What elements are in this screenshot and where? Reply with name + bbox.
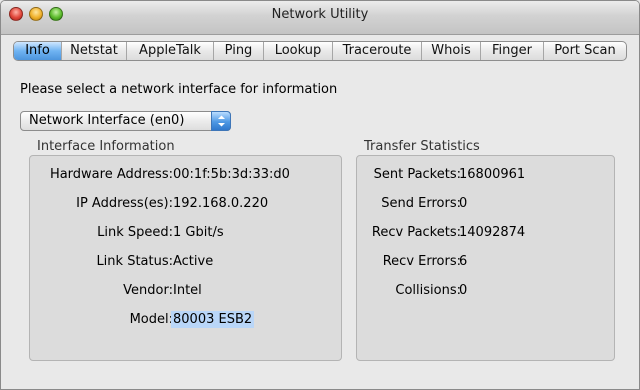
recv-packets-value: 14092874 [459, 225, 526, 240]
recv-packets-label: Recv Packets: [371, 225, 461, 240]
collisions-row: Collisions: 0 [357, 282, 616, 300]
tab-whois[interactable]: Whois [422, 42, 481, 60]
link-speed-row: Link Speed: 1 Gbit/s [30, 224, 343, 242]
link-status-value: Active [173, 254, 214, 269]
model-row: Model: 80003 ESB2 [30, 311, 343, 329]
sent-packets-row: Sent Packets: 16800961 [357, 166, 616, 184]
link-speed-label: Link Speed: [97, 225, 173, 240]
network-utility-window: Network Utility Info Netstat AppleTalk P… [0, 0, 640, 390]
send-errors-row: Send Errors: 0 [357, 195, 616, 213]
send-errors-label: Send Errors: [381, 196, 461, 211]
hardware-address-row: Hardware Address: 00:1f:5b:3d:33:d0 [30, 166, 343, 184]
recv-errors-label: Recv Errors: [382, 254, 461, 269]
vendor-label: Vendor: [123, 283, 173, 298]
tab-info[interactable]: Info [14, 42, 62, 60]
collisions-label: Collisions: [395, 283, 461, 298]
hardware-address-value: 00:1f:5b:3d:33:d0 [173, 167, 290, 182]
network-interface-selected: Network Interface (en0) [29, 113, 185, 128]
send-errors-value: 0 [459, 196, 468, 211]
recv-errors-value: 6 [459, 254, 468, 269]
model-label: Model: [129, 312, 173, 327]
window-title: Network Utility [271, 7, 369, 22]
recv-errors-row: Recv Errors: 6 [357, 253, 616, 271]
recv-packets-row: Recv Packets: 14092874 [357, 224, 616, 242]
tab-traceroute[interactable]: Traceroute [333, 42, 422, 60]
interface-info-box: Hardware Address: 00:1f:5b:3d:33:d0 IP A… [29, 155, 342, 361]
link-status-row: Link Status: Active [30, 253, 343, 271]
model-value-selection[interactable]: 80003 ESB2 [171, 311, 255, 328]
ip-addresses-value: 192.168.0.220 [173, 196, 269, 211]
interface-prompt: Please select a network interface for in… [20, 82, 338, 97]
link-speed-value: 1 Gbit/s [173, 225, 224, 240]
ip-addresses-label: IP Address(es): [76, 196, 173, 211]
interface-info-heading: Interface Information [37, 139, 175, 154]
tab-bar: Info Netstat AppleTalk Ping Lookup Trace… [13, 41, 627, 61]
hardware-address-label: Hardware Address: [49, 167, 173, 182]
popup-arrows-icon [211, 111, 231, 131]
model-value[interactable]: 80003 ESB2 [171, 311, 255, 329]
tab-lookup[interactable]: Lookup [264, 42, 333, 60]
tab-appletalk[interactable]: AppleTalk [127, 42, 214, 60]
tab-port-scan[interactable]: Port Scan [544, 42, 626, 60]
collisions-value: 0 [459, 283, 468, 298]
ip-addresses-row: IP Address(es): 192.168.0.220 [30, 195, 343, 213]
tab-ping[interactable]: Ping [214, 42, 264, 60]
vendor-row: Vendor: Intel [30, 282, 343, 300]
vendor-value: Intel [173, 283, 202, 298]
tab-finger[interactable]: Finger [481, 42, 544, 60]
network-interface-popup[interactable]: Network Interface (en0) [20, 111, 231, 131]
sent-packets-value: 16800961 [459, 167, 526, 182]
sent-packets-label: Sent Packets: [373, 167, 461, 182]
link-status-label: Link Status: [96, 254, 173, 269]
tab-netstat[interactable]: Netstat [62, 42, 127, 60]
transfer-stats-heading: Transfer Statistics [364, 139, 480, 154]
title-bar[interactable]: Network Utility [1, 1, 639, 35]
transfer-stats-box: Sent Packets: 16800961 Send Errors: 0 Re… [356, 155, 615, 361]
